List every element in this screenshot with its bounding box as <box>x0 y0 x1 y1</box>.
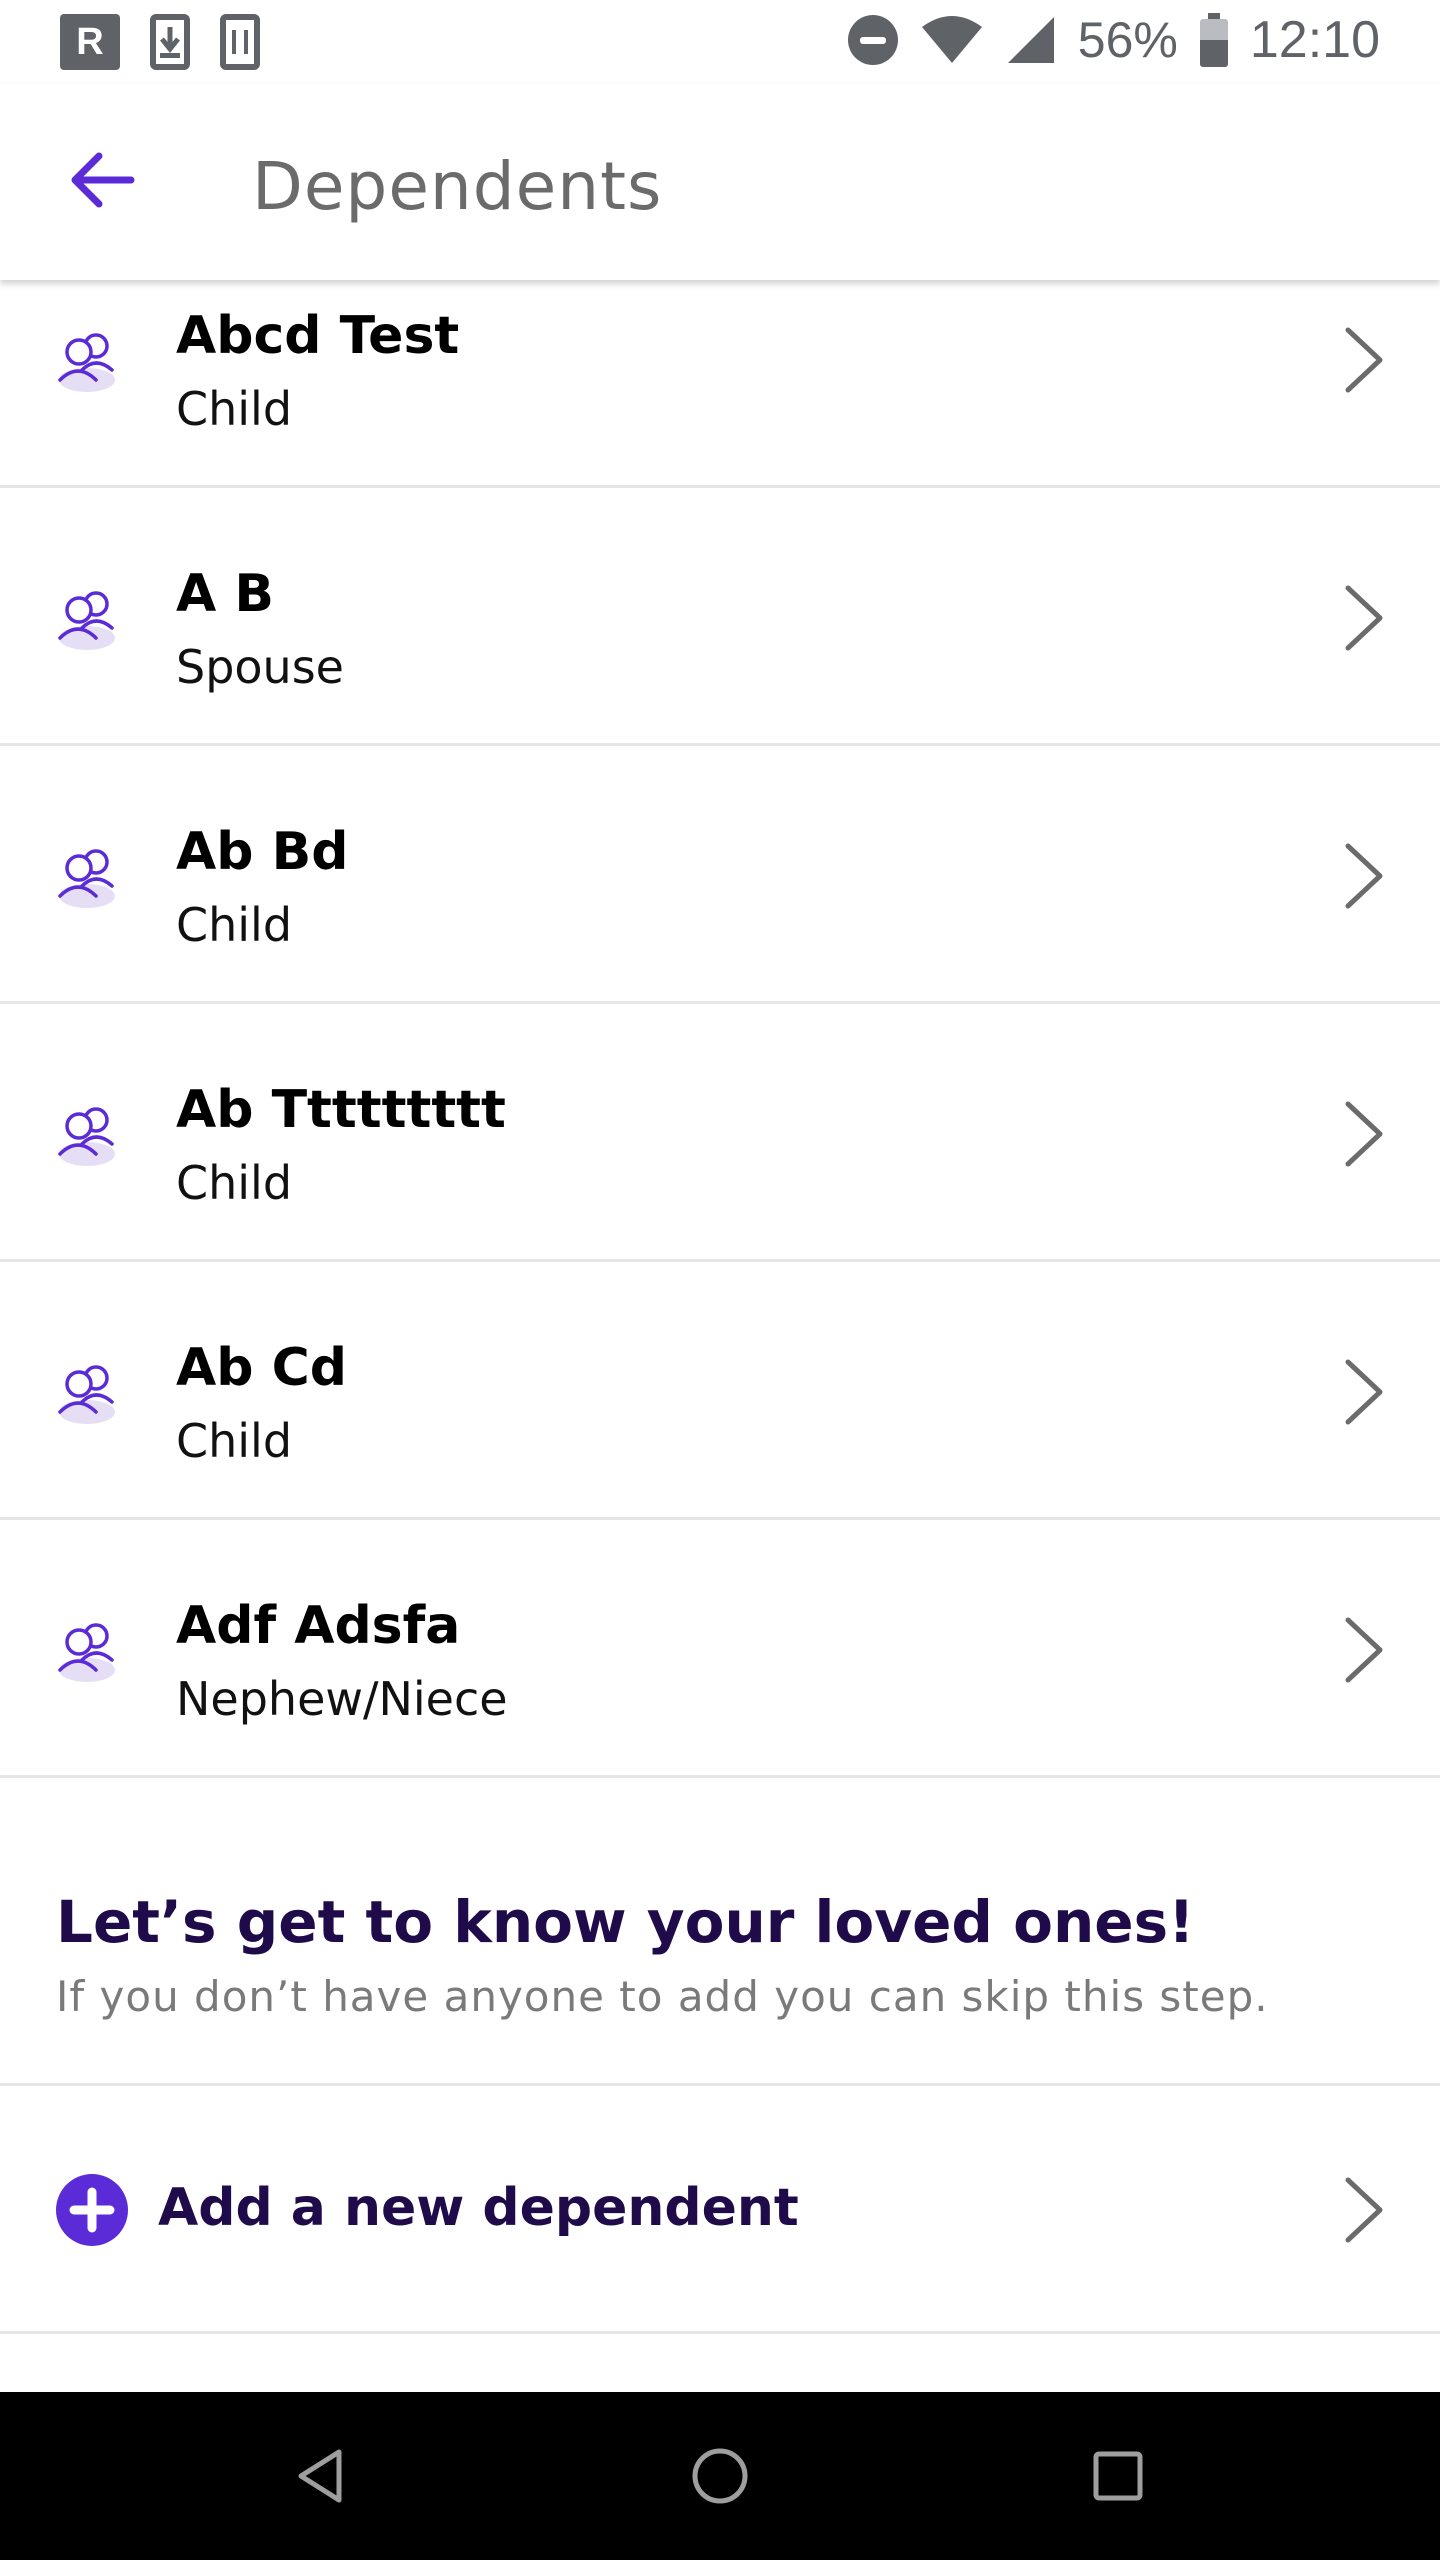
dependent-person-icon <box>58 333 115 392</box>
dependent-row[interactable]: Ab Ttttttttt Child <box>0 1004 1440 1262</box>
status-right-icons: 56% 12:10 <box>847 10 1380 70</box>
battery-percent: 56% <box>1077 12 1178 68</box>
dependent-row[interactable]: A B Spouse <box>0 488 1440 746</box>
page-title: Dependents <box>252 148 663 225</box>
signal-icon <box>1007 17 1054 63</box>
nav-home-button[interactable] <box>680 2436 760 2516</box>
dependent-person-icon <box>58 1365 115 1424</box>
r-icon-label: R <box>76 20 104 63</box>
nav-recents-button[interactable] <box>1078 2436 1158 2516</box>
dependent-name: Ab Ttttttttt <box>176 1080 506 1140</box>
nav-back-button[interactable] <box>280 2436 360 2516</box>
dependent-row[interactable]: Abcd Test Child <box>0 280 1440 488</box>
chevron-right-icon <box>1345 1101 1383 1167</box>
dependent-relation: Child <box>176 1414 293 1468</box>
dependent-person-icon <box>58 1623 115 1682</box>
arrow-left-icon <box>71 152 135 208</box>
dependent-relation: Child <box>176 898 293 952</box>
dependent-name: Ab Cd <box>176 1338 347 1398</box>
chevron-right-icon <box>1345 1359 1383 1425</box>
chevron-right-icon <box>1345 843 1383 909</box>
dependent-row[interactable]: Adf Adsfa Nephew/Niece <box>0 1520 1440 1778</box>
dependent-relation: Nephew/Niece <box>176 1672 508 1726</box>
status-bar: R 56% 12:10 <box>0 0 1440 84</box>
recents-square-icon <box>1093 2451 1143 2501</box>
home-circle-icon <box>692 2448 748 2504</box>
status-left-icons: R <box>60 14 260 70</box>
r-icon: R <box>60 14 120 70</box>
download-icon <box>150 14 190 70</box>
battery-icon <box>1199 13 1228 67</box>
clock: 12:10 <box>1249 11 1380 69</box>
chevron-right-icon <box>1345 585 1383 651</box>
add-dependent-button[interactable]: Add a new dependent <box>0 2086 1440 2334</box>
dependent-name: Abcd Test <box>176 306 460 366</box>
intro-section: Let’s get to know your loved ones! If yo… <box>0 1790 1440 2086</box>
back-triangle-icon <box>298 2449 342 2503</box>
app-bar: Dependents <box>0 84 1440 280</box>
dependents-list: Abcd Test Child A B Spouse Ab Bd Child Ab Tttt… <box>0 280 1440 1778</box>
dependent-name: A B <box>176 564 274 624</box>
dependent-relation: Child <box>176 382 293 436</box>
dependent-relation: Spouse <box>176 640 344 694</box>
intro-heading: Let’s get to know your loved ones! <box>56 1888 1195 1956</box>
system-nav-bar <box>0 2392 1440 2560</box>
do-not-disturb-icon <box>847 15 898 65</box>
back-button[interactable] <box>52 130 152 230</box>
chevron-right-icon <box>1345 327 1383 393</box>
phone-icon <box>220 14 260 70</box>
dependent-row[interactable]: Ab Cd Child <box>0 1262 1440 1520</box>
dependent-person-icon <box>58 591 115 650</box>
dependent-person-icon <box>58 1107 115 1166</box>
add-dependent-label: Add a new dependent <box>158 2178 799 2238</box>
wifi-icon <box>921 16 982 63</box>
dependent-relation: Child <box>176 1156 293 1210</box>
plus-circle-icon <box>56 2174 128 2246</box>
chevron-right-icon <box>1345 1617 1383 1683</box>
dependent-name: Ab Bd <box>176 822 349 882</box>
dependent-person-icon <box>58 849 115 908</box>
dependent-row[interactable]: Ab Bd Child <box>0 746 1440 1004</box>
intro-subtext: If you don’t have anyone to add you can … <box>56 1972 1269 2021</box>
chevron-right-icon <box>1345 2177 1383 2243</box>
dependent-name: Adf Adsfa <box>176 1596 461 1656</box>
